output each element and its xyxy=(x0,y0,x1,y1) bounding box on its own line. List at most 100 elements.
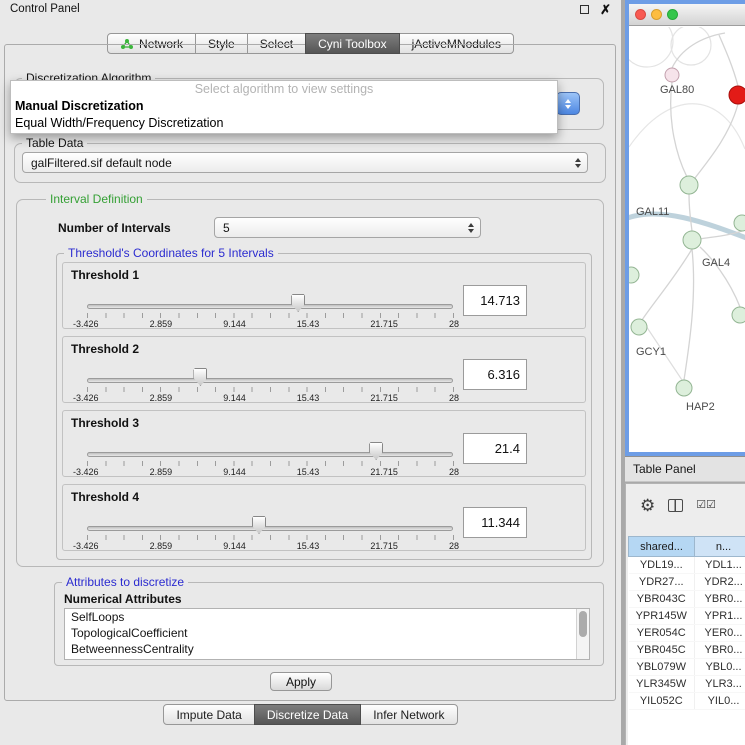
node-table-container: shared... n... YDL19...YDL1... YDR27...Y… xyxy=(628,536,745,745)
algorithm-combo-arrow-button[interactable] xyxy=(556,92,580,115)
table-data-combo[interactable]: galFiltered.sif default node xyxy=(22,152,588,173)
node-gcy1[interactable] xyxy=(631,319,647,335)
scale-label: -3.426 xyxy=(73,541,99,551)
select-columns-icon[interactable]: ☑☑ xyxy=(696,500,716,511)
slider-thumb[interactable] xyxy=(369,442,383,460)
float-window-icon[interactable] xyxy=(580,5,589,14)
numerical-attributes-list[interactable]: SelfLoops TopologicalCoefficient Between… xyxy=(64,608,590,660)
control-panel: Control Panel ✗ Network Style Select Cyn… xyxy=(0,0,621,745)
selected-node[interactable] xyxy=(729,86,745,104)
cell[interactable]: YBR0... xyxy=(695,642,745,659)
cell[interactable]: YPR145W xyxy=(629,608,695,625)
columns-icon[interactable] xyxy=(668,499,683,512)
network-graph-canvas[interactable]: GAL80 GAL11 GAL4 GCY1 HAP2 xyxy=(629,27,745,452)
zoom-traffic-light-icon[interactable] xyxy=(667,9,678,20)
table-panel-title-bar: Table Panel xyxy=(625,456,745,482)
cell[interactable]: YBL0... xyxy=(695,659,745,676)
scrollbar-thumb[interactable] xyxy=(579,611,587,637)
cell[interactable]: YER0... xyxy=(695,625,745,642)
slider-thumb[interactable] xyxy=(252,516,266,534)
slider-thumb[interactable] xyxy=(193,368,207,386)
cell[interactable]: YBR0... xyxy=(695,591,745,608)
node-gal4[interactable] xyxy=(683,231,701,249)
close-panel-icon[interactable]: ✗ xyxy=(600,3,611,16)
threshold-2-slider[interactable]: -3.426 2.859 9.144 15.43 21.715 28 xyxy=(79,365,461,403)
edge[interactable] xyxy=(689,194,692,231)
cell[interactable]: YBR043C xyxy=(629,591,695,608)
node-gal80[interactable] xyxy=(665,68,679,82)
list-item[interactable]: SelfLoops xyxy=(65,609,589,625)
list-item[interactable]: TopologicalCoefficient xyxy=(65,625,589,641)
cell[interactable]: YDR2... xyxy=(695,574,745,591)
threshold-3-value-field[interactable]: 21.4 xyxy=(463,433,527,464)
threshold-1-value-field[interactable]: 14.713 xyxy=(463,285,527,316)
node[interactable] xyxy=(732,307,745,323)
table-row[interactable]: YBR043CYBR0... xyxy=(629,591,745,608)
threshold-4-value-field[interactable]: 11.344 xyxy=(463,507,527,538)
table-row[interactable]: YER054CYER0... xyxy=(629,625,745,642)
cell[interactable]: YIL0... xyxy=(695,693,745,710)
number-of-intervals-combo[interactable]: 5 xyxy=(214,217,481,238)
tab-infer-network[interactable]: Infer Network xyxy=(360,704,457,725)
scale-label: -3.426 xyxy=(73,393,99,403)
cell[interactable]: YPR1... xyxy=(695,608,745,625)
edge[interactable] xyxy=(642,249,692,320)
list-item[interactable]: BetweennessCentrality xyxy=(65,641,589,657)
node[interactable] xyxy=(629,267,639,283)
cell[interactable]: YLR345W xyxy=(629,676,695,693)
cell[interactable]: YBL079W xyxy=(629,659,695,676)
close-traffic-light-icon[interactable] xyxy=(635,9,646,20)
apply-button[interactable]: Apply xyxy=(270,672,332,691)
table-row[interactable]: YPR145WYPR1... xyxy=(629,608,745,625)
edge[interactable] xyxy=(719,35,738,86)
threshold-3-slider[interactable]: -3.426 2.859 9.144 15.43 21.715 28 xyxy=(79,439,461,477)
table-row[interactable]: YIL052CYIL0... xyxy=(629,693,745,710)
node-label: HAP2 xyxy=(686,401,715,413)
table-row[interactable]: YDR27...YDR2... xyxy=(629,574,745,591)
tab-impute-data[interactable]: Impute Data xyxy=(163,704,254,725)
cell[interactable]: YIL052C xyxy=(629,693,695,710)
tab-discretize-data[interactable]: Discretize Data xyxy=(254,704,361,725)
cell[interactable]: YDL1... xyxy=(695,557,745,574)
edge[interactable] xyxy=(700,247,740,307)
node-label: GAL11 xyxy=(636,206,669,218)
edge[interactable] xyxy=(672,33,725,68)
tab-cyni-toolbox[interactable]: Cyni Toolbox xyxy=(305,33,399,54)
minimize-traffic-light-icon[interactable] xyxy=(651,9,662,20)
scale-label: 9.144 xyxy=(223,541,246,551)
scale-label: 9.144 xyxy=(223,393,246,403)
table-row[interactable]: YDL19...YDL1... xyxy=(629,557,745,574)
list-scrollbar[interactable] xyxy=(576,609,589,659)
node-label: GAL4 xyxy=(702,257,730,269)
algorithm-option-equal-width-frequency[interactable]: Equal Width/Frequency Discretization xyxy=(11,115,557,132)
table-row[interactable]: YLR345WYLR3... xyxy=(629,676,745,693)
edge[interactable] xyxy=(695,104,738,178)
scale-label: 2.859 xyxy=(150,467,173,477)
cell[interactable]: YLR3... xyxy=(695,676,745,693)
node-hap2[interactable] xyxy=(676,380,692,396)
algorithm-option-manual-discretization[interactable]: Manual Discretization xyxy=(11,98,557,115)
edge[interactable] xyxy=(684,249,694,380)
scale-label: 21.715 xyxy=(370,319,398,329)
edge[interactable] xyxy=(671,82,687,177)
cell[interactable]: YER054C xyxy=(629,625,695,642)
node[interactable] xyxy=(734,215,745,231)
scale-label: 28 xyxy=(449,541,459,551)
column-header-name[interactable]: n... xyxy=(695,537,745,557)
gear-icon[interactable]: ⚙ xyxy=(640,497,655,514)
cell[interactable]: YBR045C xyxy=(629,642,695,659)
column-header-shared-name[interactable]: shared... xyxy=(629,537,695,557)
table-row[interactable]: YBR045CYBR0... xyxy=(629,642,745,659)
cell[interactable]: YDL19... xyxy=(629,557,695,574)
table-panel-toolbar: ⚙ ☑☑ xyxy=(626,492,716,518)
threshold-1-slider[interactable]: -3.426 2.859 9.144 15.43 21.715 28 xyxy=(79,291,461,329)
threshold-4-slider[interactable]: -3.426 2.859 9.144 15.43 21.715 28 xyxy=(79,513,461,551)
cell[interactable]: YDR27... xyxy=(629,574,695,591)
attributes-group-label: Attributes to discretize xyxy=(62,575,188,589)
node[interactable] xyxy=(680,176,698,194)
table-row[interactable]: YBL079WYBL0... xyxy=(629,659,745,676)
threshold-2-box: Threshold 2 -3.426 2.859 9.144 15.43 21.… xyxy=(62,336,586,403)
threshold-2-value-field[interactable]: 6.316 xyxy=(463,359,527,390)
slider-thumb[interactable] xyxy=(291,294,305,312)
combo-spinner-icon xyxy=(575,158,581,168)
